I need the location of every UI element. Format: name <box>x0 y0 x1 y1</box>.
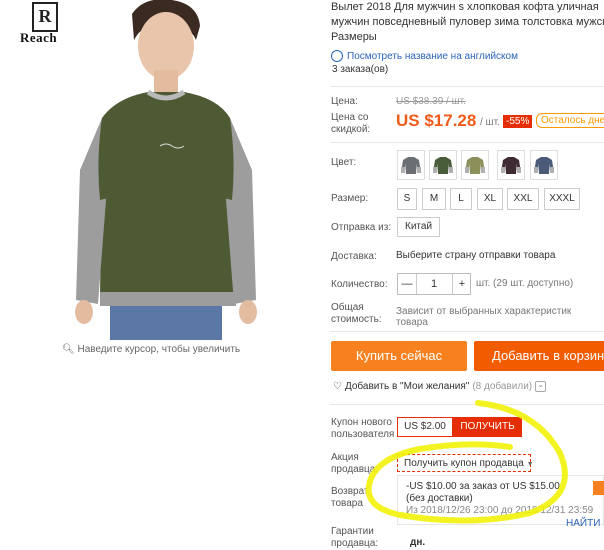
guarantee-label-line1: Гарантии <box>331 526 374 537</box>
divider <box>330 331 604 332</box>
size-label: Размер: <box>331 193 369 204</box>
get-coupon-button[interactable]: ПОЛУЧИТЬ <box>453 417 522 437</box>
size-option[interactable]: S <box>397 188 417 210</box>
quantity-decrease-button[interactable]: — <box>398 274 417 294</box>
sweater-thumbnail <box>433 157 453 174</box>
seller-coupon-get-button[interactable] <box>593 481 604 495</box>
returns-label-line1: Возврат <box>331 486 369 497</box>
new-user-coupon-value: US $2.00 <box>397 417 453 437</box>
divider <box>330 404 604 405</box>
sweater-thumbnail <box>465 157 485 174</box>
seller-promo-label: Акция продавца: <box>331 452 378 476</box>
guarantee-label-line2: продавца: <box>331 538 379 549</box>
seller-coupon-note: (без доставки) <box>406 493 473 504</box>
size-option[interactable]: M <box>422 188 446 210</box>
total-value: Зависит от выбранных характеристик товар… <box>396 306 572 328</box>
product-title-line2: мужчин повседневный пуловер зима толстов… <box>331 16 604 28</box>
delivery-value: Выберите страну отправки товара <box>396 250 556 261</box>
quantity-available: шт. (29 шт. доступно) <box>476 278 574 289</box>
guarantee-label: Гарантии продавца: <box>331 526 378 550</box>
quantity-label: Количество: <box>331 279 388 290</box>
translate-title-link[interactable]: Посмотреть название на английском <box>331 50 518 62</box>
seller-promo-label-line1: Акция <box>331 452 359 463</box>
globe-icon <box>331 50 343 62</box>
sweater-thumbnail <box>401 157 421 174</box>
new-user-coupon-label-line1: Купон нового <box>331 417 392 428</box>
size-option[interactable]: XL <box>477 188 503 210</box>
wishlist-label: Добавить в "Мои желания" <box>344 381 470 392</box>
discount-price: US $17.28 <box>396 111 477 130</box>
product-title-line3: Размеры <box>331 31 377 43</box>
color-swatch[interactable] <box>397 150 425 180</box>
discount-price-label: Цена со скидкой: <box>331 112 371 135</box>
quantity-stepper: — 1 + <box>397 273 471 295</box>
color-label: Цвет: <box>331 157 357 168</box>
magnifier-icon: 🔍︎ <box>62 344 75 355</box>
find-more-link[interactable]: НАЙТИ ИЗБ <box>566 518 604 529</box>
color-swatch[interactable] <box>497 150 525 180</box>
add-to-wishlist-link[interactable]: ♡ Добавить в "Мои желания" (8 добавили) … <box>333 381 547 392</box>
guarantee-value: дн. <box>410 537 426 548</box>
seller-coupon-dates: Из 2018/12/26 23:00 до 2018/12/31 23:59 <box>406 505 594 516</box>
caret-down-icon: ▼ <box>526 461 534 468</box>
orders-count: 3 заказа(ов) <box>332 64 389 75</box>
seller-coupon-dropdown[interactable]: Получить купон продавца ▼ <box>397 454 534 472</box>
color-swatch[interactable] <box>461 150 489 180</box>
price-label: Цена: <box>331 96 358 107</box>
heart-icon: ♡ <box>333 381 342 392</box>
translate-link-text: Посмотреть название на английском <box>347 50 518 62</box>
chevron-down-icon[interactable]: ⌄ <box>535 381 547 392</box>
color-swatch[interactable] <box>530 150 558 180</box>
quantity-increase-button[interactable]: + <box>452 274 471 294</box>
returns-label-line2: товара <box>331 498 363 509</box>
discount-badge: -55% <box>503 115 533 128</box>
divider <box>330 86 604 87</box>
zoom-hint: 🔍︎ Наведите курсор, чтобы увеличить <box>62 344 240 355</box>
zoom-hint-text: Наведите курсор, чтобы увеличить <box>77 344 241 355</box>
size-option[interactable]: L <box>450 188 472 210</box>
size-option[interactable]: XXXL <box>544 188 580 210</box>
new-user-coupon-label-line2: пользователя <box>331 429 395 440</box>
product-title: Вылет 2018 Для мужчин s хлопковая кофта … <box>331 0 604 46</box>
product-image[interactable] <box>60 0 270 340</box>
logo-text: Reach <box>20 30 58 45</box>
total-label-line2: стоимость: <box>331 314 382 325</box>
divider <box>330 142 604 143</box>
seller-coupon-dropdown-label: Получить купон продавца <box>404 458 524 469</box>
new-user-coupon-label: Купон нового пользователя <box>331 417 394 441</box>
sweater-thumbnail <box>534 157 554 174</box>
per-unit: / шт. <box>480 117 500 128</box>
logo-monogram: R <box>32 2 58 32</box>
product-title-line1: Вылет 2018 Для мужчин s хлопковая кофта … <box>331 1 599 13</box>
ship-from-label: Отправка из: <box>331 222 392 233</box>
total-label-line1: Общая <box>331 302 364 313</box>
wishlist-count: (8 добавили) <box>472 381 533 392</box>
ship-from-option[interactable]: Китай <box>397 217 441 237</box>
old-price: US $38.39 / шт. <box>396 96 466 107</box>
seller-coupon-description: -US $10.00 за заказ от US $15.00 (без до… <box>406 481 560 505</box>
add-to-cart-button[interactable]: Добавить в корзин <box>474 341 604 371</box>
days-left-badge: Осталось дней <box>536 113 604 128</box>
returns-label: Возврат товара <box>331 486 369 510</box>
seller-coupon-amount: -US $10.00 за заказ от US $15.00 <box>406 481 560 492</box>
quantity-input[interactable]: 1 <box>417 274 451 294</box>
sweater-thumbnail <box>501 157 521 174</box>
seller-promo-label-line2: продавца: <box>331 464 379 475</box>
delivery-label: Доставка: <box>331 251 377 262</box>
total-label: Общая стоимость: <box>331 302 382 326</box>
buy-now-button[interactable]: Купить сейчас <box>331 341 467 371</box>
color-swatch[interactable] <box>429 150 457 180</box>
size-option[interactable]: XXL <box>507 188 539 210</box>
